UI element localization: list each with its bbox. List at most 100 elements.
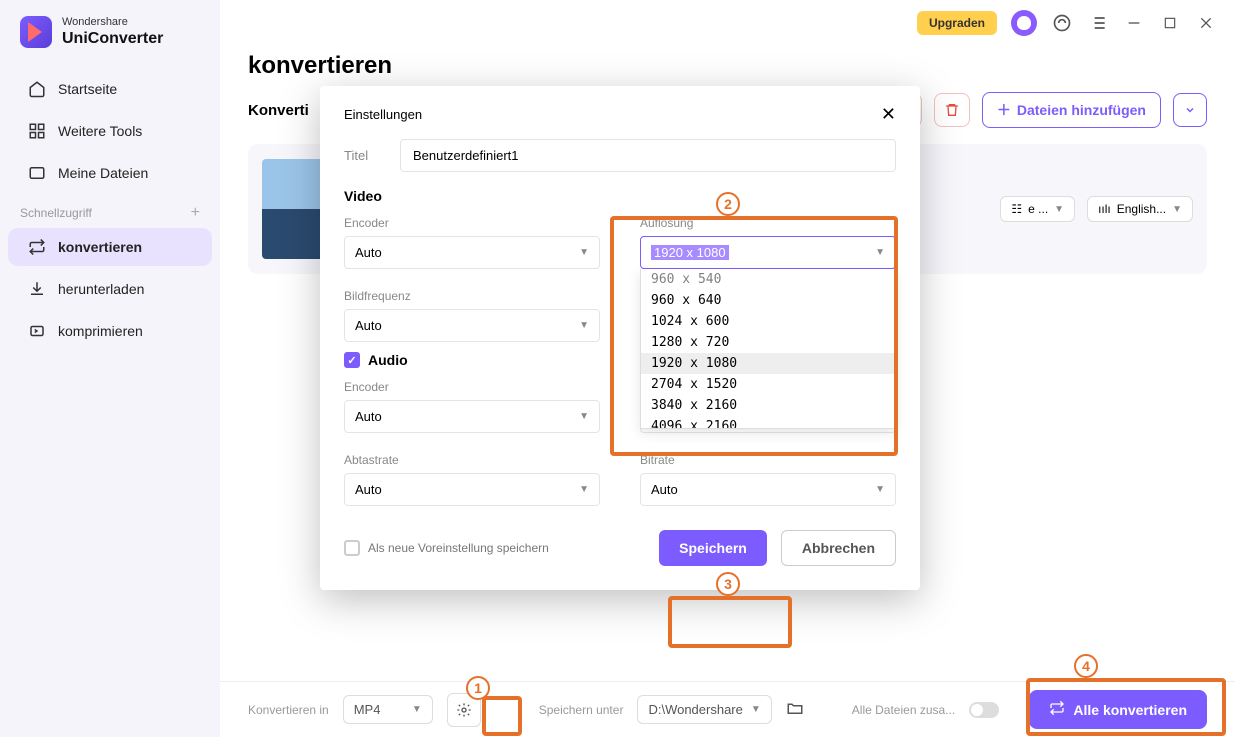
resolution-option[interactable]: 960 x 640 <box>641 290 895 311</box>
maximize-icon[interactable] <box>1159 12 1181 34</box>
sidebar-item-files[interactable]: Meine Dateien <box>8 154 212 192</box>
delete-button[interactable] <box>934 93 970 127</box>
sidebar-item-label: herunterladen <box>58 281 144 297</box>
encoder-label: Encoder <box>344 216 600 230</box>
resolution-label: Auflösung <box>640 216 896 230</box>
select-value: 1920 x 1080 <box>651 245 729 260</box>
sidebar-item-label: Meine Dateien <box>58 165 148 181</box>
quick-access-header: Schnellzugriff + <box>0 194 220 226</box>
bitrate-label: Bitrate <box>640 453 896 467</box>
audio-encoder-select[interactable]: Auto▼ <box>344 400 600 433</box>
select-value: Auto <box>355 318 382 333</box>
minimize-icon[interactable] <box>1123 12 1145 34</box>
open-folder-button[interactable] <box>786 699 804 720</box>
logo-brand: Wondershare <box>62 16 163 29</box>
output-path-value: D:\Wondershare <box>648 702 742 717</box>
merge-toggle[interactable] <box>969 702 999 718</box>
avatar[interactable] <box>1011 10 1037 36</box>
sidebar-item-label: konvertieren <box>58 239 142 255</box>
output-path-select[interactable]: D:\Wondershare ▼ <box>637 695 771 724</box>
save-under-label: Speichern unter <box>539 703 624 717</box>
tag-label: e ... <box>1028 202 1048 216</box>
convert-all-label: Alle konvertieren <box>1073 702 1187 718</box>
audio-track-tag[interactable]: ıılı English... ▼ <box>1087 196 1193 222</box>
convert-icon <box>28 238 46 256</box>
menu-icon[interactable] <box>1087 12 1109 34</box>
convert-icon <box>1049 700 1065 719</box>
video-encoder-select[interactable]: Auto▼ <box>344 236 600 269</box>
convert-in-label: Konvertieren in <box>248 703 329 717</box>
resolution-option[interactable]: 2704 x 1520 <box>641 374 895 395</box>
save-button[interactable]: Speichern <box>659 530 767 566</box>
callout-number: 1 <box>466 676 490 700</box>
sidebar: Wondershare UniConverter Startseite Weit… <box>0 0 220 737</box>
resolution-option[interactable]: 3840 x 2160 <box>641 395 895 416</box>
cancel-button[interactable]: Abbrechen <box>781 530 896 566</box>
add-files-button[interactable]: ＋ Dateien hinzufügen <box>982 92 1161 128</box>
audio-checkbox[interactable]: ✓ <box>344 352 360 368</box>
resolution-option[interactable]: 1920 x 1080 <box>641 353 895 374</box>
select-value: Auto <box>355 482 382 497</box>
callout-number: 2 <box>716 192 740 216</box>
audio-section-label: Audio <box>368 352 408 368</box>
app-logo-icon <box>20 16 52 48</box>
resolution-dropdown: 960 x 540 960 x 640 1024 x 600 1280 x 72… <box>640 269 896 429</box>
sidebar-item-label: Startseite <box>58 81 117 97</box>
tag-label: English... <box>1117 202 1166 216</box>
add-files-label: Dateien hinzufügen <box>1017 102 1146 118</box>
close-icon[interactable] <box>1195 12 1217 34</box>
save-preset-checkbox[interactable]: Als neue Voreinstellung speichern <box>344 540 549 556</box>
output-format-select[interactable]: MP4 ▼ <box>343 695 433 724</box>
logo: Wondershare UniConverter <box>0 16 220 68</box>
sidebar-item-compress[interactable]: komprimieren <box>8 312 212 350</box>
subtitle-icon: ☷ <box>1011 202 1022 216</box>
quick-access-label: Schnellzugriff <box>20 206 92 220</box>
checkbox-icon <box>344 540 360 556</box>
home-icon <box>28 80 46 98</box>
sidebar-item-download[interactable]: herunterladen <box>8 270 212 308</box>
modal-title: Einstellungen <box>344 107 422 122</box>
video-section-title: Video <box>344 188 896 204</box>
upgrade-button[interactable]: Upgraden <box>917 11 997 35</box>
grid-icon <box>28 122 46 140</box>
convert-all-button[interactable]: Alle konvertieren <box>1029 690 1207 729</box>
framerate-label: Bildfrequenz <box>344 289 600 303</box>
select-value: Auto <box>355 245 382 260</box>
settings-modal: Einstellungen ✕ Titel Video Encoder Auto… <box>320 86 920 590</box>
samplerate-select[interactable]: Auto▼ <box>344 473 600 506</box>
sidebar-item-tools[interactable]: Weitere Tools <box>8 112 212 150</box>
sidebar-item-home[interactable]: Startseite <box>8 70 212 108</box>
resolution-option[interactable]: 960 x 540 <box>641 269 895 290</box>
add-files-dropdown[interactable] <box>1173 93 1207 127</box>
logo-name: UniConverter <box>62 29 163 48</box>
resolution-option[interactable]: 1280 x 720 <box>641 332 895 353</box>
callout-number: 3 <box>716 572 740 596</box>
folder-icon <box>28 164 46 182</box>
merge-label: Alle Dateien zusa... <box>852 703 955 717</box>
compress-icon <box>28 322 46 340</box>
framerate-select[interactable]: Auto▼ <box>344 309 600 342</box>
save-preset-label: Als neue Voreinstellung speichern <box>368 541 549 555</box>
modal-close-button[interactable]: ✕ <box>881 104 896 125</box>
title-field-label: Titel <box>344 148 384 163</box>
plus-icon: ＋ <box>997 100 1011 120</box>
subtitle-tag[interactable]: ☷ e ... ▼ <box>1000 196 1075 222</box>
audio-bars-icon: ıılı <box>1098 202 1111 216</box>
bitrate-select[interactable]: Auto▼ <box>640 473 896 506</box>
sidebar-item-convert[interactable]: konvertieren <box>8 228 212 266</box>
title-input[interactable] <box>400 139 896 172</box>
audio-encoder-label: Encoder <box>344 380 600 394</box>
add-quick-access-button[interactable]: + <box>191 204 200 222</box>
output-format-value: MP4 <box>354 702 381 717</box>
resolution-option[interactable]: 1024 x 600 <box>641 311 895 332</box>
select-value: Auto <box>355 409 382 424</box>
bottom-bar: Konvertieren in MP4 ▼ Speichern unter D:… <box>220 681 1235 737</box>
callout-number: 4 <box>1074 654 1098 678</box>
support-icon[interactable] <box>1051 12 1073 34</box>
titlebar: Upgraden <box>220 0 1235 46</box>
resolution-option[interactable]: 4096 x 2160 <box>641 416 895 429</box>
resolution-select[interactable]: 1920 x 1080▼ <box>640 236 896 269</box>
sidebar-item-label: Weitere Tools <box>58 123 142 139</box>
download-icon <box>28 280 46 298</box>
tab-converting[interactable]: Konverti <box>248 102 309 119</box>
